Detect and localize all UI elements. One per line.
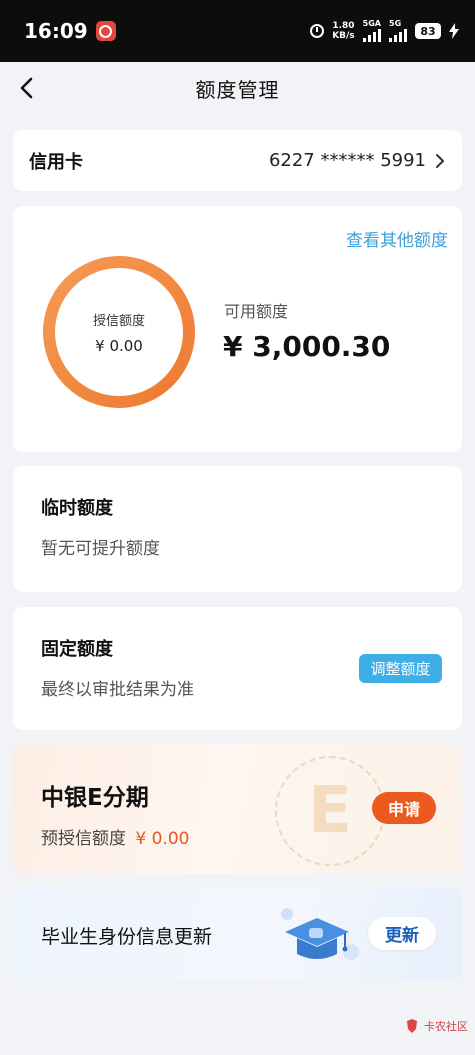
status-time: 16:09	[24, 19, 88, 43]
granted-limit-value: ¥ 0.00	[95, 336, 143, 355]
available-limit-value: ¥ 3,000.30	[223, 330, 391, 363]
chevron-right-icon	[436, 153, 444, 168]
pre-granted-value: ¥ 0.00	[135, 829, 190, 849]
pre-granted-label: 预授信额度	[41, 829, 126, 849]
graduation-cap-icon	[281, 908, 359, 960]
watermark-logo-icon	[407, 1019, 417, 1033]
status-left: 16:09	[24, 19, 116, 43]
credit-card-selector: 6227 ****** 5991	[269, 150, 446, 171]
alarm-icon	[310, 24, 325, 38]
temporary-limit-subtitle: 暂无可提升额度	[41, 539, 160, 559]
credit-card-label: 信用卡	[29, 151, 83, 173]
charging-icon	[449, 23, 459, 39]
page-title: 额度管理	[195, 77, 280, 102]
apply-button[interactable]: 申请	[372, 792, 436, 824]
signal-bars-icon	[389, 28, 407, 42]
nav-bar: 额度管理	[0, 62, 475, 114]
watermark: 卡农社区	[404, 1018, 468, 1034]
adjust-limit-button[interactable]: 调整额度	[359, 654, 442, 683]
back-button[interactable]	[14, 74, 42, 102]
battery-indicator: 83	[415, 23, 441, 39]
app-notification-icon	[95, 21, 116, 41]
sim1-signal: 5GA	[362, 19, 381, 42]
sim2-signal: 5G	[389, 20, 407, 42]
temporary-limit-card[interactable]: 临时额度 暂无可提升额度	[13, 466, 462, 592]
credit-card-row[interactable]: 信用卡 6227 ****** 5991	[13, 130, 462, 191]
update-button[interactable]: 更新	[368, 917, 436, 950]
granted-limit: 授信额度 ¥ 0.00	[41, 254, 197, 410]
granted-limit-label: 授信额度	[92, 313, 145, 329]
e-letter-decoration: E	[275, 756, 385, 866]
network-speed-value: 1.80	[332, 21, 355, 31]
pre-granted-limit: 预授信额度 ¥ 0.00	[41, 824, 462, 849]
chevron-left-icon	[20, 77, 33, 99]
status-bar: 16:09 1.80 KB/s 5GA 5G 83	[0, 0, 475, 62]
credit-card-number: 6227 ****** 5991	[268, 150, 426, 171]
sim1-label: 5GA	[362, 19, 381, 28]
graduate-update-card[interactable]: 毕业生身份信息更新 更新	[13, 888, 462, 980]
available-limit-label: 可用额度	[224, 302, 289, 321]
watermark-text: 卡农社区	[424, 1020, 468, 1033]
fixed-limit-card: 固定额度 最终以审批结果为准 调整额度	[13, 607, 462, 730]
status-right: 1.80 KB/s 5GA 5G 83	[310, 20, 459, 42]
limit-summary-card: 查看其他额度 授信额度 ¥ 0.00 可用额度 ¥ 3,000.30	[13, 206, 462, 452]
sim2-label: 5G	[389, 19, 402, 28]
network-speed: 1.80 KB/s	[332, 21, 354, 41]
network-speed-unit: KB/s	[332, 31, 355, 41]
view-other-limits-link[interactable]: 查看其他额度	[346, 226, 448, 251]
temporary-limit-title: 临时额度	[41, 498, 113, 519]
signal-bars-icon	[362, 28, 381, 42]
installment-promo-card[interactable]: E 中银E分期 预授信额度 ¥ 0.00 申请	[13, 744, 462, 874]
graduate-update-title: 毕业生身份信息更新	[41, 926, 213, 948]
